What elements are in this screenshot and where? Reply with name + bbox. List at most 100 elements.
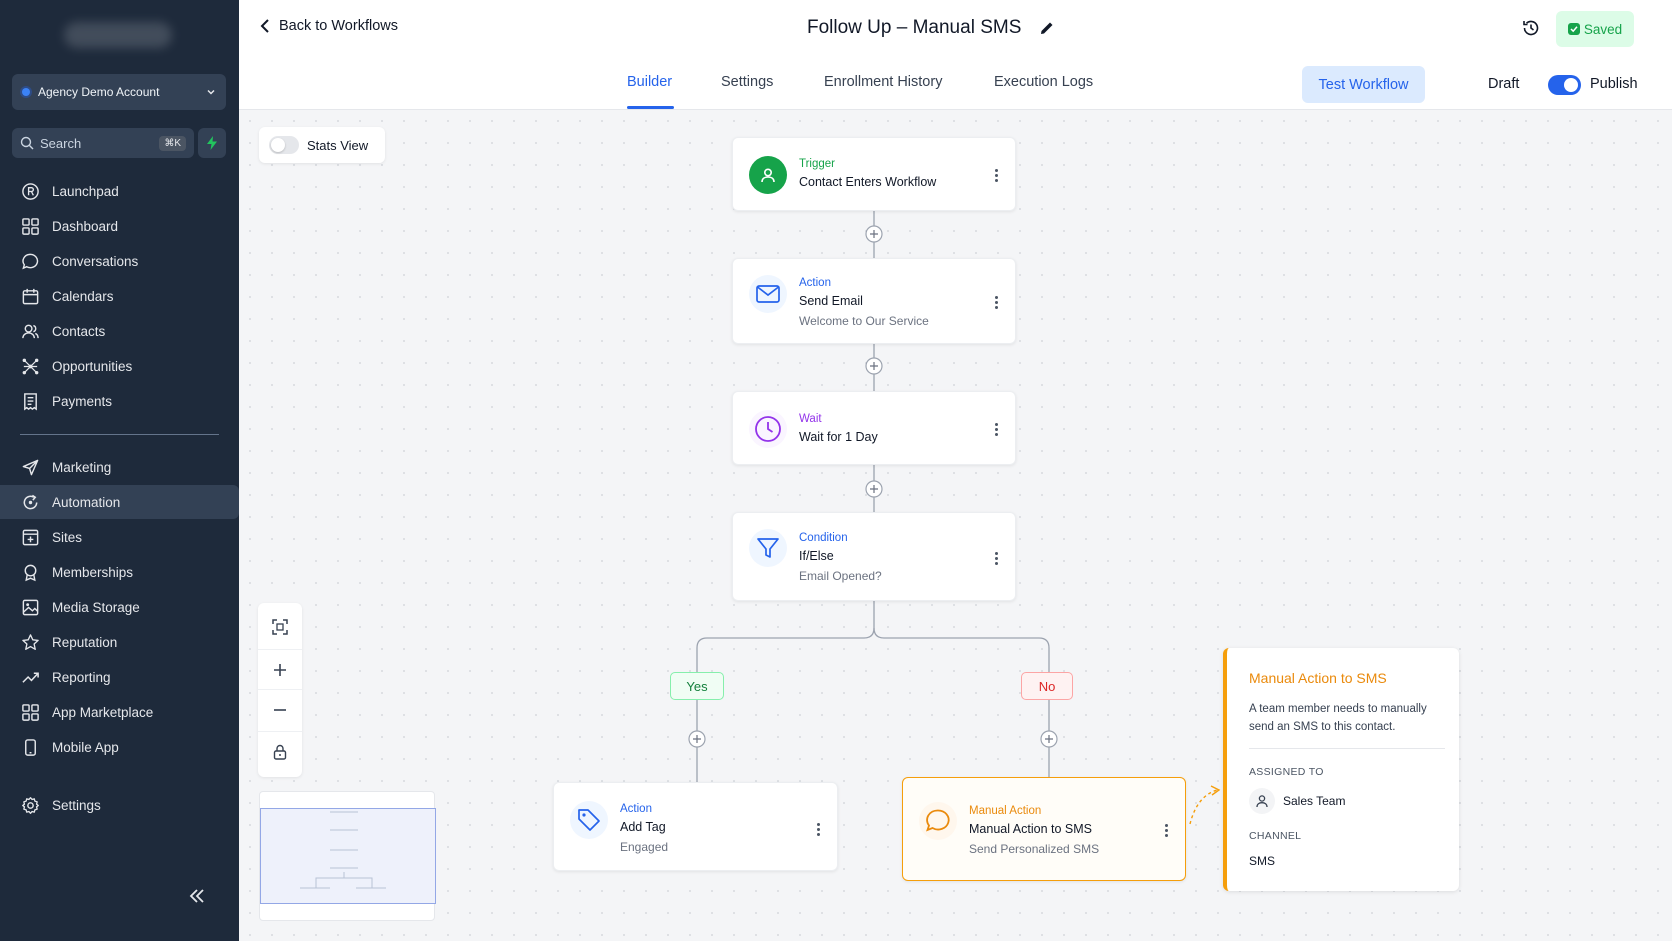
- stats-view-switch[interactable]: [269, 136, 299, 154]
- quick-action-button[interactable]: [198, 128, 226, 158]
- launchpad-icon: [22, 182, 39, 200]
- account-switcher[interactable]: Agency Demo Account: [12, 74, 226, 110]
- sidebar-item-sites[interactable]: Sites: [0, 520, 239, 554]
- saved-status-badge: Saved: [1556, 11, 1634, 47]
- sidebar-item-launchpad[interactable]: Launchpad: [0, 174, 239, 208]
- collapse-sidebar-button[interactable]: [186, 885, 208, 907]
- tab-settings[interactable]: Settings: [721, 74, 773, 90]
- user-avatar-icon: [1249, 788, 1275, 814]
- assignee: Sales Team: [1249, 788, 1345, 814]
- minimap[interactable]: [259, 791, 436, 921]
- grid-icon: [22, 703, 39, 721]
- sidebar-item-mobile-app[interactable]: Mobile App: [0, 730, 239, 764]
- back-to-workflows-link[interactable]: Back to Workflows: [259, 18, 398, 34]
- sidebar-item-label: Marketing: [52, 459, 112, 475]
- node-type: Wait: [799, 413, 822, 425]
- node-name: Wait for 1 Day: [799, 430, 878, 444]
- sidebar-item-label: Settings: [52, 797, 101, 813]
- test-workflow-button[interactable]: Test Workflow: [1302, 66, 1425, 103]
- sidebar: Agency Demo Account Search ⌘K Launchpad …: [0, 0, 239, 941]
- contact-trigger-icon: [749, 156, 787, 194]
- minimap-preview: [300, 811, 386, 889]
- sidebar-item-payments[interactable]: Payments: [0, 384, 239, 418]
- sidebar-item-contacts[interactable]: Contacts: [0, 314, 239, 348]
- sidebar-item-marketing[interactable]: Marketing: [0, 450, 239, 484]
- filter-icon: [749, 529, 787, 567]
- sidebar-item-conversations[interactable]: Conversations: [0, 244, 239, 278]
- dashboard-icon: [22, 217, 39, 235]
- phone-icon: [25, 738, 36, 756]
- assignee-name: Sales Team: [1283, 794, 1346, 808]
- tab-builder[interactable]: Builder: [627, 74, 672, 90]
- bolt-icon: [207, 136, 217, 150]
- sidebar-item-automation[interactable]: Automation: [0, 485, 239, 519]
- wait-node[interactable]: Wait Wait for 1 Day: [732, 391, 1016, 465]
- sidebar-item-memberships[interactable]: Memberships: [0, 555, 239, 589]
- tab-enrollment-history[interactable]: Enrollment History: [824, 74, 942, 90]
- zoom-in-button[interactable]: [258, 649, 302, 689]
- contacts-icon: [22, 324, 39, 338]
- version-history-button[interactable]: [1521, 18, 1541, 43]
- sidebar-item-label: Reputation: [52, 634, 118, 650]
- sidebar-item-dashboard[interactable]: Dashboard: [0, 209, 239, 243]
- sidebar-item-media-storage[interactable]: Media Storage: [0, 590, 239, 624]
- sidebar-item-calendars[interactable]: Calendars: [0, 279, 239, 313]
- node-menu-icon[interactable]: [995, 552, 999, 565]
- sidebar-item-opportunities[interactable]: Opportunities: [0, 349, 239, 383]
- search-input[interactable]: Search ⌘K: [12, 128, 194, 158]
- lock-icon: [273, 744, 287, 760]
- node-menu-icon[interactable]: [1165, 824, 1169, 837]
- panel-description: A team member needs to manually send an …: [1249, 703, 1427, 733]
- workflow-canvas[interactable]: Stats View Trigger Contact Enters Workfl…: [239, 110, 1672, 941]
- search-icon: [20, 136, 34, 150]
- sidebar-item-label: Sites: [52, 529, 83, 545]
- zoom-out-button[interactable]: [258, 689, 302, 729]
- branch-no-label: No: [1021, 672, 1073, 700]
- chevron-left-icon: [260, 19, 269, 33]
- search-shortcut: ⌘K: [159, 135, 186, 151]
- node-subtitle: Welcome to Our Service: [799, 314, 929, 328]
- node-menu-icon[interactable]: [817, 823, 821, 836]
- manual-action-detail-panel: Manual Action to SMS A team member needs…: [1223, 648, 1459, 891]
- lock-canvas-button[interactable]: [258, 731, 302, 771]
- active-tab-indicator: [627, 106, 674, 109]
- send-email-node[interactable]: Action Send Email Welcome to Our Service: [732, 258, 1016, 344]
- stats-view-toggle[interactable]: Stats View: [259, 127, 385, 163]
- star-icon: [22, 633, 39, 650]
- node-menu-icon[interactable]: [995, 423, 999, 436]
- add-tag-node[interactable]: Action Add Tag Engaged: [553, 782, 838, 871]
- condition-node[interactable]: Condition If/Else Email Opened?: [732, 512, 1016, 601]
- node-name: Add Tag: [620, 820, 666, 834]
- calendar-icon: [22, 288, 39, 304]
- message-icon: [919, 802, 957, 840]
- trigger-node[interactable]: Trigger Contact Enters Workflow: [732, 137, 1016, 211]
- edit-pencil-icon[interactable]: [1039, 20, 1055, 36]
- sidebar-item-label: Launchpad: [52, 183, 119, 199]
- node-subtitle: Engaged: [620, 840, 669, 854]
- node-type: Manual Action: [969, 805, 1042, 817]
- fit-view-icon: [272, 619, 288, 635]
- workflow-header: Back to Workflows Follow Up – Manual SMS…: [239, 0, 1672, 110]
- manual-action-node[interactable]: Manual Action Manual Action to SMS Send …: [902, 777, 1186, 881]
- node-subtitle: Send Personalized SMS: [969, 842, 1100, 856]
- assigned-to-label: ASSIGNED TO: [1249, 766, 1324, 778]
- publish-toggle[interactable]: [1548, 75, 1581, 95]
- node-menu-icon[interactable]: [995, 169, 999, 182]
- tab-execution-logs[interactable]: Execution Logs: [994, 74, 1093, 90]
- sidebar-item-label: Contacts: [52, 323, 106, 339]
- sites-icon: [22, 529, 39, 545]
- saved-label: Saved: [1583, 21, 1623, 37]
- account-dot-icon: [22, 88, 30, 96]
- sidebar-divider: [20, 434, 219, 435]
- node-menu-icon[interactable]: [995, 296, 999, 309]
- sidebar-item-reporting[interactable]: Reporting: [0, 660, 239, 694]
- send-icon: [22, 459, 39, 475]
- channel-value: SMS: [1249, 854, 1276, 868]
- sidebar-item-settings[interactable]: Settings: [0, 788, 239, 822]
- fit-view-button[interactable]: [258, 607, 302, 647]
- back-label: Back to Workflows: [279, 18, 398, 34]
- sidebar-item-reputation[interactable]: Reputation: [0, 625, 239, 659]
- sidebar-item-app-marketplace[interactable]: App Marketplace: [0, 695, 239, 729]
- plus-icon: [274, 663, 286, 676]
- node-name: Send Email: [799, 294, 863, 308]
